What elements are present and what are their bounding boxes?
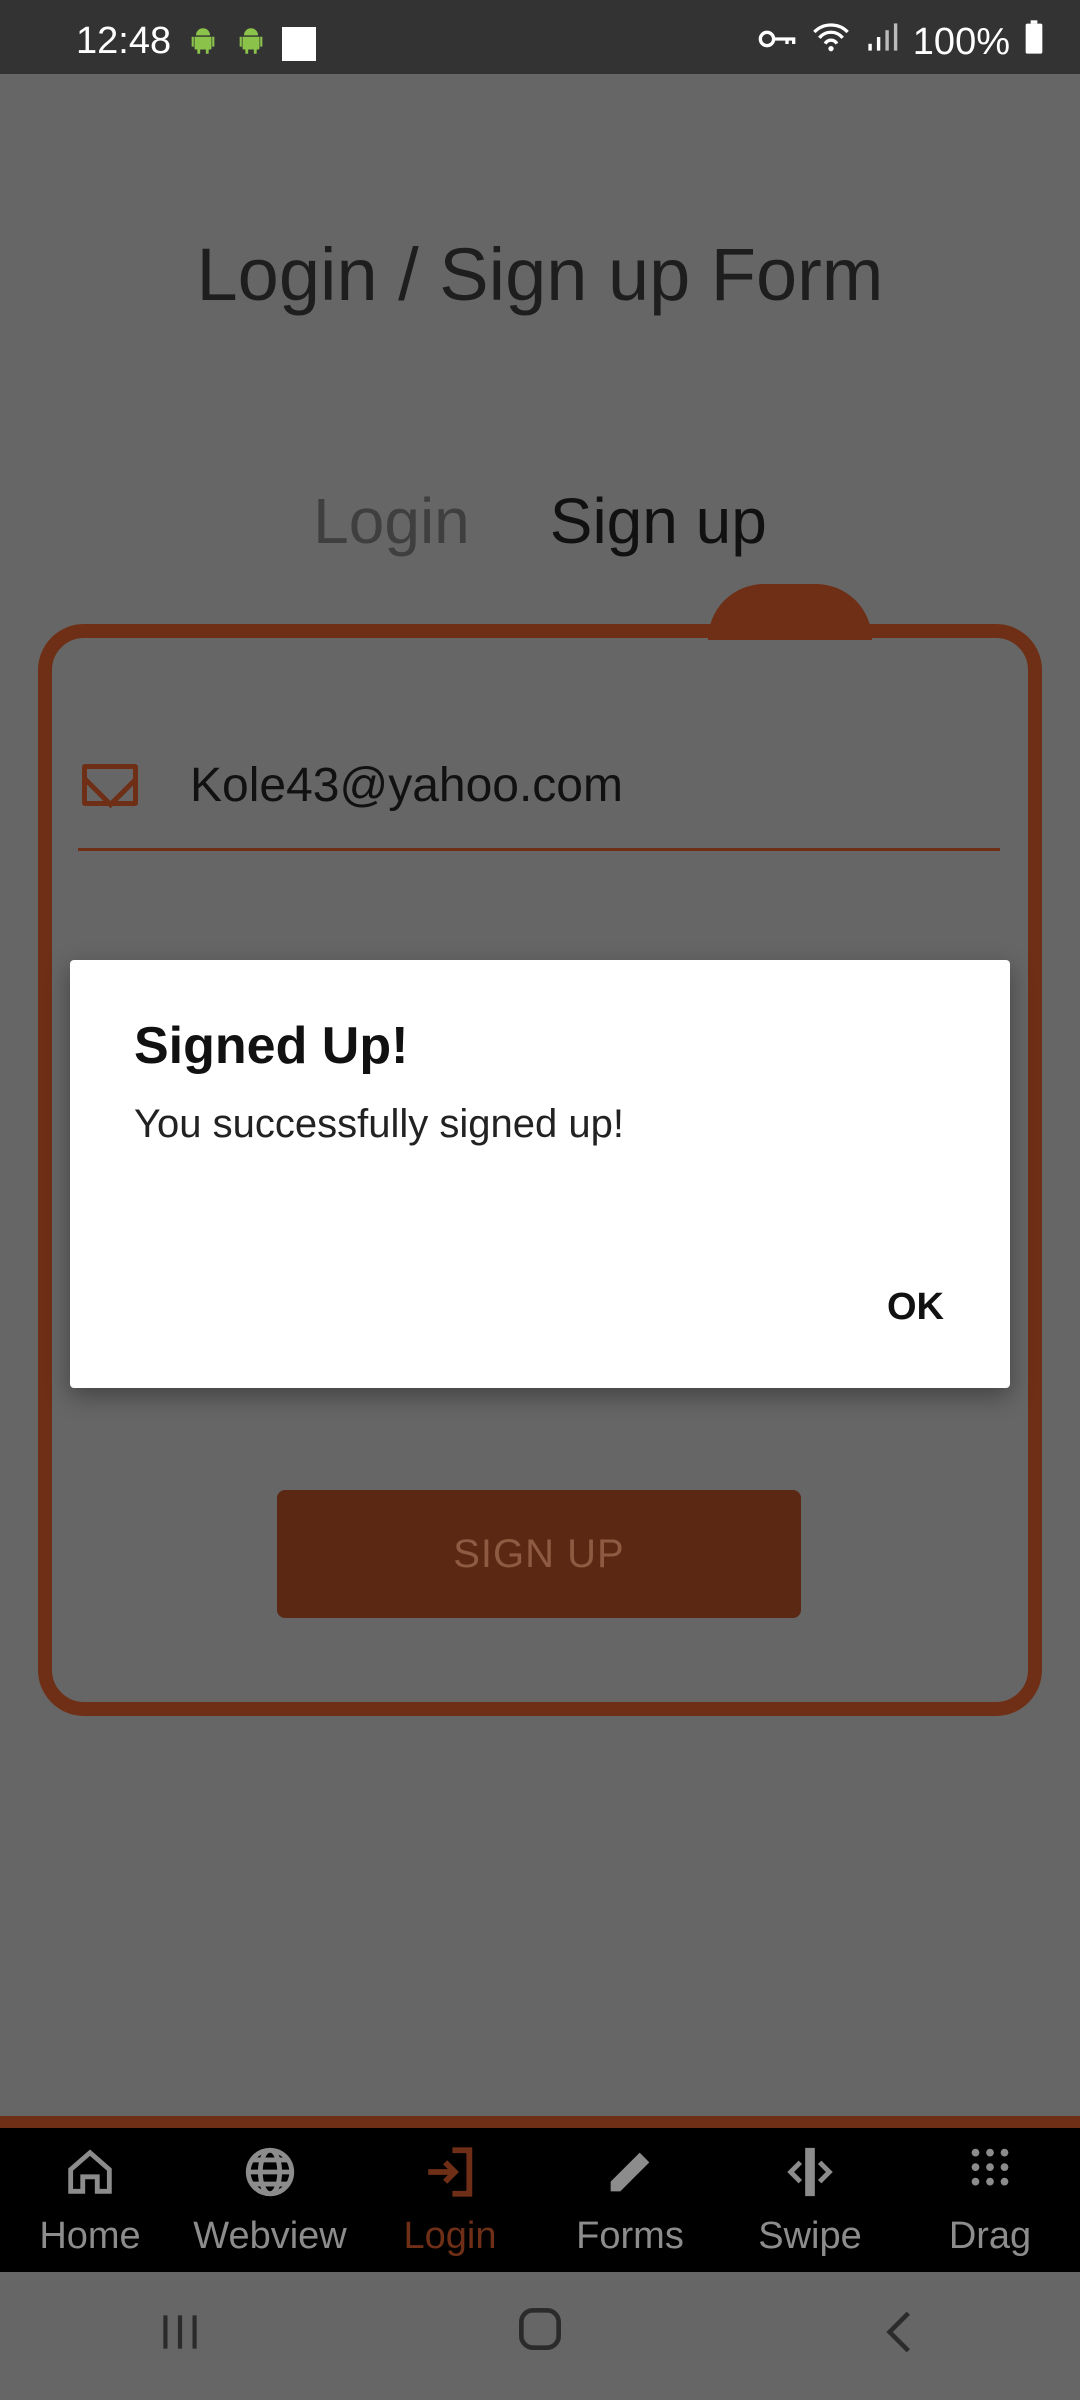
nav-item-label: Home [39, 2214, 141, 2257]
android-icon [234, 24, 268, 63]
status-bar: 12:48 100% [0, 0, 1080, 74]
sign-up-button[interactable]: SIGN UP [277, 1490, 801, 1618]
system-nav-bar [0, 2272, 1080, 2400]
globe-icon [241, 2143, 299, 2211]
email-field-underline [78, 848, 1000, 851]
pencil-icon [601, 2143, 659, 2211]
nav-item-drag[interactable]: Drag [900, 2128, 1080, 2272]
ok-button[interactable]: OK [879, 1282, 952, 1333]
nav-item-login[interactable]: Login [360, 2128, 540, 2272]
nav-item-swipe[interactable]: Swipe [720, 2128, 900, 2272]
nav-item-label: Forms [576, 2214, 684, 2257]
grid-icon [961, 2143, 1019, 2211]
signal-icon [865, 20, 899, 64]
nav-accent-line [0, 2116, 1080, 2128]
login-icon [421, 2143, 479, 2211]
swipe-icon [781, 2143, 839, 2211]
back-icon[interactable] [840, 2302, 960, 2371]
tab-login[interactable]: Login [313, 484, 470, 558]
status-right: 100% [757, 20, 1044, 64]
notification-icons [186, 24, 316, 63]
wifi-icon [811, 20, 851, 64]
auth-tabs: Login Sign up [0, 484, 1080, 558]
signed-up-dialog: Signed Up! You successfully signed up! O… [70, 960, 1010, 1388]
battery-text: 100% [912, 20, 1010, 63]
dialog-message: You successfully signed up! [134, 1102, 624, 1146]
battery-icon [1024, 20, 1044, 64]
nav-item-label: Swipe [758, 2214, 862, 2257]
nav-item-label: Drag [948, 2214, 1032, 2257]
key-icon [757, 21, 797, 64]
square-icon [282, 26, 316, 61]
status-time: 12:48 [76, 20, 172, 62]
home-icon[interactable] [480, 2301, 600, 2371]
nav-item-webview[interactable]: Webview [180, 2128, 360, 2272]
android-icon [186, 24, 220, 63]
nav-item-label: Login [403, 2214, 497, 2257]
bottom-nav: Home Webview Login Forms Swipe Drag [0, 2128, 1080, 2272]
dialog-title: Signed Up! [134, 1017, 409, 1075]
tab-signup[interactable]: Sign up [550, 484, 767, 558]
mail-icon [82, 764, 138, 806]
nav-item-label: Webview [193, 2214, 347, 2257]
email-field[interactable]: Kole43@yahoo.com [190, 758, 623, 813]
page-title: Login / Sign up Form [196, 233, 884, 316]
nav-item-forms[interactable]: Forms [540, 2128, 720, 2272]
recents-icon[interactable] [120, 2302, 240, 2371]
home-icon [61, 2143, 119, 2211]
nav-item-home[interactable]: Home [0, 2128, 180, 2272]
